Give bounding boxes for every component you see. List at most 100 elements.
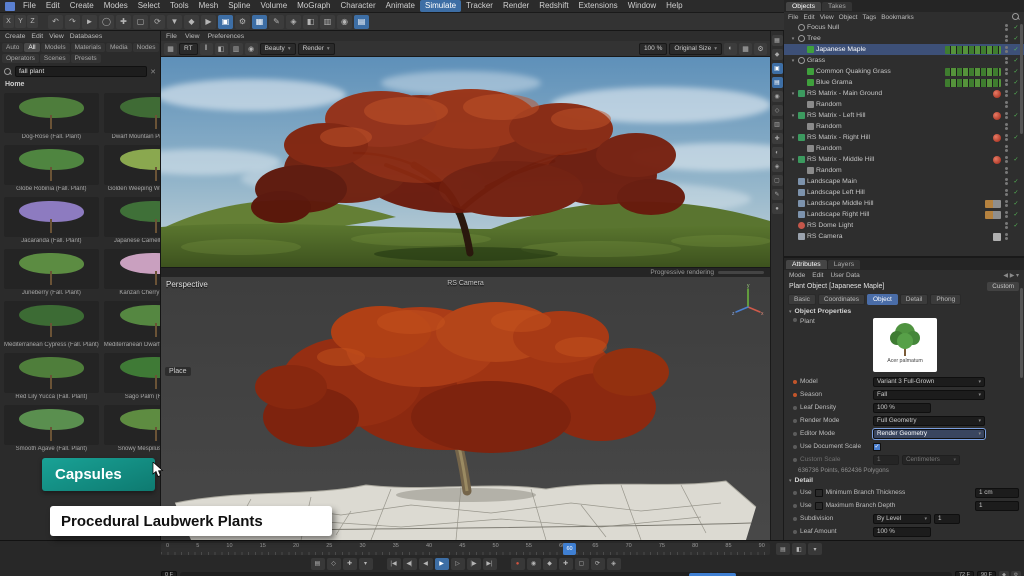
cube-primitive-menu-button[interactable]: ▦ <box>252 15 267 29</box>
keyframe-selection-button[interactable]: ◆ <box>543 558 557 570</box>
subdivision-level-field[interactable]: 1 <box>934 514 960 524</box>
expand-icon[interactable]: ▾ <box>790 91 796 97</box>
move-tool-button[interactable]: ✚ <box>116 15 131 29</box>
asset-browser-menu-item[interactable]: View <box>49 33 64 40</box>
axis-lock-toggle[interactable]: X <box>3 15 14 28</box>
renderview-menu-item[interactable]: File <box>166 33 177 40</box>
plant-asset-item[interactable]: Sago Palm (Fall. Plant) <box>103 352 160 401</box>
attribute-header-menu[interactable]: Edit <box>812 272 823 279</box>
season-select[interactable]: Fall <box>873 390 985 400</box>
rotate-tool-button[interactable]: ⟳ <box>150 15 165 29</box>
spline-pen-menu-button[interactable]: ✎ <box>269 15 284 29</box>
keyframe-dot[interactable] <box>793 406 797 410</box>
object-row[interactable]: RS Dome Light ✓ <box>784 220 1024 231</box>
section-detail[interactable]: Detail <box>784 475 1024 486</box>
expand-icon[interactable]: ▾ <box>790 58 796 64</box>
asset-browser-tab[interactable]: All <box>24 43 39 52</box>
min-branch-field[interactable]: 1 cm <box>975 488 1019 498</box>
add-marker-icon[interactable]: ✚ <box>343 558 357 570</box>
play-button[interactable]: ▶ <box>435 558 449 570</box>
material-tag-chips[interactable] <box>985 211 1001 219</box>
material-tag-chips[interactable] <box>945 46 1001 54</box>
asset-search-input[interactable] <box>15 66 147 77</box>
object-row[interactable]: ▾ Grass ✓ <box>784 55 1024 66</box>
menu-item[interactable]: Edit <box>41 0 65 12</box>
range-end-field[interactable]: 90 F <box>977 571 996 576</box>
enabled-check-icon[interactable]: ✓ <box>1012 68 1020 75</box>
visibility-dots[interactable] <box>1005 178 1008 185</box>
section-object-properties[interactable]: Object Properties <box>784 306 1024 317</box>
asset-browser-tab[interactable]: Nodes <box>133 43 160 52</box>
attribute-category-tab[interactable]: Object <box>867 294 898 305</box>
quantize-tool[interactable]: ✎ <box>772 189 783 200</box>
asset-browser-subtab[interactable]: Operators <box>2 54 39 63</box>
object-row[interactable]: RS Camera <box>784 231 1024 242</box>
visibility-dots[interactable] <box>1005 35 1008 42</box>
timeline-prefs-icon[interactable]: ⚙ <box>1011 571 1021 576</box>
menu-item[interactable]: Tools <box>165 0 194 12</box>
visibility-dots[interactable] <box>1005 79 1008 86</box>
object-row[interactable]: ▾ RS Matrix - Right Hill ✓ <box>784 132 1024 143</box>
snapshot-icon[interactable]: ▦ <box>164 43 177 55</box>
render-active-view-button[interactable]: ▶ <box>201 15 216 29</box>
attribute-tab[interactable]: Attributes <box>786 260 827 269</box>
points-mode-tool[interactable]: ◉ <box>772 91 783 102</box>
subdivision-select[interactable]: By Level <box>873 514 931 524</box>
material-tag-chips[interactable] <box>985 200 1001 208</box>
attributes-scrollbar[interactable] <box>1020 288 1023 378</box>
asset-browser-tab[interactable]: Auto <box>2 43 23 52</box>
grid-icon[interactable]: ▦ <box>739 43 752 55</box>
enabled-check-icon[interactable]: ✓ <box>1012 57 1020 64</box>
plant-asset-item[interactable]: Snowy Mespilus (Fall. Plant) <box>103 404 160 453</box>
visibility-dots[interactable] <box>1005 90 1008 97</box>
redo-button[interactable]: ↷ <box>65 15 80 29</box>
texture-mode-tool[interactable]: ▣ <box>772 63 783 74</box>
attribute-header-menu[interactable]: User Data <box>830 272 859 279</box>
object-manager-menu-item[interactable]: Tags <box>862 14 876 21</box>
polygons-mode-tool[interactable]: ▥ <box>772 119 783 130</box>
current-frame-marker[interactable]: 60 <box>563 543 576 555</box>
material-tag-chips[interactable] <box>993 112 1001 120</box>
visibility-dots[interactable] <box>1005 123 1008 130</box>
keyframe-dot[interactable] <box>793 491 797 495</box>
compare-icon[interactable]: ◐ <box>724 43 737 55</box>
attribute-header-icons[interactable]: ◀ ▶ ▾ <box>1003 272 1019 279</box>
plant-asset-item[interactable]: Globe Robinia (Fall. Plant) <box>3 144 100 193</box>
render-picture-viewer-button[interactable]: ▣ <box>218 15 233 29</box>
custom-scale-field[interactable]: 1 <box>873 455 899 465</box>
object-row[interactable]: Landscape Middle Hill ✓ <box>784 198 1024 209</box>
coordinate-system-button[interactable]: ◆ <box>184 15 199 29</box>
object-row[interactable]: Focus Null ✓ <box>784 22 1024 33</box>
menu-item[interactable]: Volume <box>255 0 292 12</box>
record-parameter-button[interactable]: ◈ <box>607 558 621 570</box>
plant-asset-item[interactable]: Red Lily Yucca (Fall. Plant) <box>3 352 100 401</box>
record-keyframe-button[interactable]: ● <box>511 558 525 570</box>
object-row[interactable]: ▾ RS Matrix - Left Hill ✓ <box>784 110 1024 121</box>
menu-item[interactable]: MoGraph <box>292 0 335 12</box>
visibility-dots[interactable] <box>1005 134 1008 141</box>
plant-asset-item[interactable]: Kanzan Cherry (Fall. Plant) <box>103 248 160 297</box>
manager-tab[interactable]: Takes <box>822 2 852 11</box>
asset-browser-menu-item[interactable]: Databases <box>70 33 103 40</box>
subdivision-surface-button[interactable]: ◈ <box>286 15 301 29</box>
expand-icon[interactable]: ▾ <box>790 157 796 163</box>
plant-asset-item[interactable]: Golden Weeping Willow (Fall. Plant) <box>103 144 160 193</box>
menu-item[interactable]: Window <box>623 0 661 12</box>
renderview-menu-item[interactable]: Preferences <box>208 33 245 40</box>
menu-item[interactable]: Help <box>661 0 687 12</box>
enabled-check-icon[interactable]: ✓ <box>1012 35 1020 42</box>
marker-options-icon[interactable]: ▾ <box>359 558 373 570</box>
material-tag-chips[interactable] <box>993 156 1001 164</box>
enable-axis-tool[interactable]: ✚ <box>772 133 783 144</box>
keyframe-ratio-icon[interactable]: ◆ <box>999 571 1009 576</box>
plant-asset-item[interactable]: Dwarf Mountain Pine (Fall. Plant) <box>103 92 160 141</box>
visibility-dots[interactable] <box>1005 68 1008 75</box>
enabled-check-icon[interactable]: ✓ <box>1012 222 1020 229</box>
goto-start-button[interactable]: |◀ <box>387 558 401 570</box>
menu-item[interactable]: Render <box>498 0 534 12</box>
visibility-dots[interactable] <box>1005 24 1008 31</box>
live-selection-button[interactable]: ◯ <box>99 15 114 29</box>
axis-lock-toggle[interactable]: Y <box>15 15 26 28</box>
enabled-check-icon[interactable]: ✓ <box>1012 112 1020 119</box>
visibility-dots[interactable] <box>1005 211 1008 218</box>
